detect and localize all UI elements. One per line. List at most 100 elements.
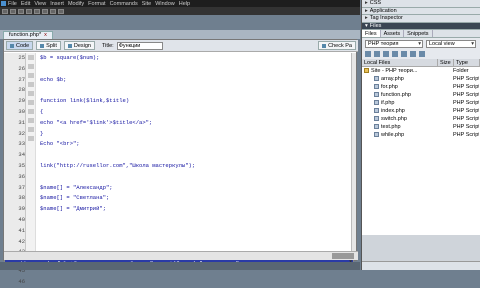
code-text: Echo "<br>";: [40, 140, 80, 148]
check-out-icon[interactable]: [401, 51, 407, 57]
vertical-scrollbar[interactable]: [351, 53, 356, 253]
file-type: Folder: [453, 68, 469, 74]
code-text: $name[] = "Александр";: [40, 183, 113, 191]
code-line[interactable]: 38 $name[] = "Светлана";: [4, 193, 354, 204]
file-name: switch.php: [381, 116, 407, 122]
code-line[interactable]: 29 function link($link,$title): [4, 96, 354, 107]
view-select[interactable]: Local view: [426, 40, 476, 48]
line-number: 33: [18, 140, 25, 148]
code-line[interactable]: 25 $b = square($num);: [4, 53, 354, 64]
code-line[interactable]: 34: [4, 150, 354, 161]
application-panel-header[interactable]: ▸ Application: [362, 7, 480, 15]
file-name: if.php: [381, 100, 395, 106]
toolbar-icon[interactable]: [42, 8, 48, 14]
check-in-icon[interactable]: [410, 51, 416, 57]
file-name-cell: array.php: [362, 75, 453, 83]
menu-site[interactable]: Site: [142, 1, 151, 7]
insert-toolbar: [0, 7, 360, 15]
line-number: 27: [18, 75, 25, 83]
toolbar-icon[interactable]: [50, 8, 56, 14]
file-row[interactable]: test.php PHP Script: [362, 123, 480, 131]
menu-edit[interactable]: Edit: [21, 1, 30, 7]
file-type: PHP Script: [453, 92, 479, 98]
code-line[interactable]: 40: [4, 215, 354, 226]
code-view-button[interactable]: Code: [6, 41, 34, 50]
toolbar-icon[interactable]: [10, 8, 16, 14]
file-name-cell: switch.php: [362, 115, 453, 123]
close-icon[interactable]: x: [44, 32, 47, 38]
code-line[interactable]: 46: [4, 277, 354, 288]
column-type[interactable]: Type: [454, 59, 480, 66]
file-type: PHP Script: [453, 124, 479, 130]
css-panel-label: CSS: [369, 0, 382, 6]
menu-modify[interactable]: Modify: [68, 1, 84, 7]
get-files-icon[interactable]: [383, 51, 389, 57]
tab-snippets[interactable]: Snippets: [404, 30, 433, 37]
toolbar-icon[interactable]: [18, 8, 24, 14]
code-line[interactable]: 37 $name[] = "Александр";: [4, 183, 354, 194]
css-panel-header[interactable]: ▸ CSS: [362, 0, 480, 8]
document-tab[interactable]: function.php* x: [3, 31, 53, 39]
document-toolbar: Code Split Design Title: Функции Check P…: [4, 40, 358, 52]
put-files-icon[interactable]: [392, 51, 398, 57]
document-window: Code Split Design Title: Функции Check P…: [3, 39, 358, 285]
file-row[interactable]: switch.php PHP Script: [362, 115, 480, 123]
app-logo-icon: [1, 1, 6, 6]
line-number: 36: [18, 172, 25, 180]
column-size[interactable]: Size: [438, 59, 454, 66]
file-name-cell: for.php: [362, 83, 453, 91]
toolbar-icon[interactable]: [34, 8, 40, 14]
design-view-button[interactable]: Design: [63, 41, 95, 50]
check-page-button[interactable]: Check Pa: [318, 41, 356, 50]
expand-arrow-icon: ▸: [365, 15, 368, 21]
site-select[interactable]: PHP теория: [365, 40, 423, 48]
refresh-icon[interactable]: [374, 51, 380, 57]
menu-view[interactable]: View: [34, 1, 46, 7]
tab-assets[interactable]: Assets: [381, 30, 405, 37]
toolbar-icon[interactable]: [26, 8, 32, 14]
tab-files[interactable]: Files: [362, 30, 381, 37]
php-file-icon: [374, 92, 379, 97]
file-row[interactable]: array.php PHP Script: [362, 75, 480, 83]
code-line[interactable]: 27 echo $b;: [4, 75, 354, 86]
files-panel-header[interactable]: ▾ Files: [362, 22, 480, 30]
file-row[interactable]: while.php PHP Script: [362, 131, 480, 139]
toolbar-icon[interactable]: [2, 8, 8, 14]
menu-help[interactable]: Help: [179, 1, 190, 7]
file-row[interactable]: Site - PHP теори... Folder: [362, 67, 480, 75]
column-local-files[interactable]: Local Files: [362, 59, 438, 66]
menu-window[interactable]: Window: [155, 1, 175, 7]
code-line[interactable]: 42: [4, 237, 354, 248]
expand-arrow-icon: ▸: [365, 0, 368, 6]
php-file-icon: [374, 108, 379, 113]
split-view-button[interactable]: Split: [36, 41, 61, 50]
menu-file[interactable]: File: [8, 1, 17, 7]
code-line[interactable]: 35 link("http://rusellor.com","Школа маст…: [4, 161, 354, 172]
connect-icon[interactable]: [365, 51, 371, 57]
title-input[interactable]: Функции: [116, 41, 163, 50]
toolbar-icon[interactable]: [58, 8, 64, 14]
line-number: 29: [18, 97, 25, 105]
title-label: Title:: [101, 42, 114, 49]
code-line[interactable]: 41: [4, 226, 354, 237]
design-icon: [67, 43, 72, 48]
sync-icon[interactable]: [419, 51, 425, 57]
tag-inspector-panel-header[interactable]: ▸ Tag Inspector: [362, 15, 480, 23]
code-line[interactable]: 33 Echo "<br>";: [4, 139, 354, 150]
code-line[interactable]: 36: [4, 172, 354, 183]
menu-commands[interactable]: Commands: [110, 1, 138, 7]
code-line[interactable]: 28: [4, 85, 354, 96]
line-number: 37: [18, 183, 25, 191]
code-line[interactable]: 32}: [4, 129, 354, 140]
file-row[interactable]: for.php PHP Script: [362, 83, 480, 91]
file-row[interactable]: if.php PHP Script: [362, 99, 480, 107]
menu-insert[interactable]: Insert: [50, 1, 64, 7]
code-line[interactable]: 30 {: [4, 107, 354, 118]
file-row[interactable]: index.php PHP Script: [362, 107, 480, 115]
file-row[interactable]: function.php PHP Script: [362, 91, 480, 99]
code-line[interactable]: 39 $name[] = "Дмитрий";: [4, 204, 354, 215]
application-panel-label: Application: [369, 7, 397, 14]
code-line[interactable]: 31 echo "<a href='$link'>$title</a>";: [4, 118, 354, 129]
menu-format[interactable]: Format: [88, 1, 105, 7]
code-line[interactable]: 26: [4, 64, 354, 75]
